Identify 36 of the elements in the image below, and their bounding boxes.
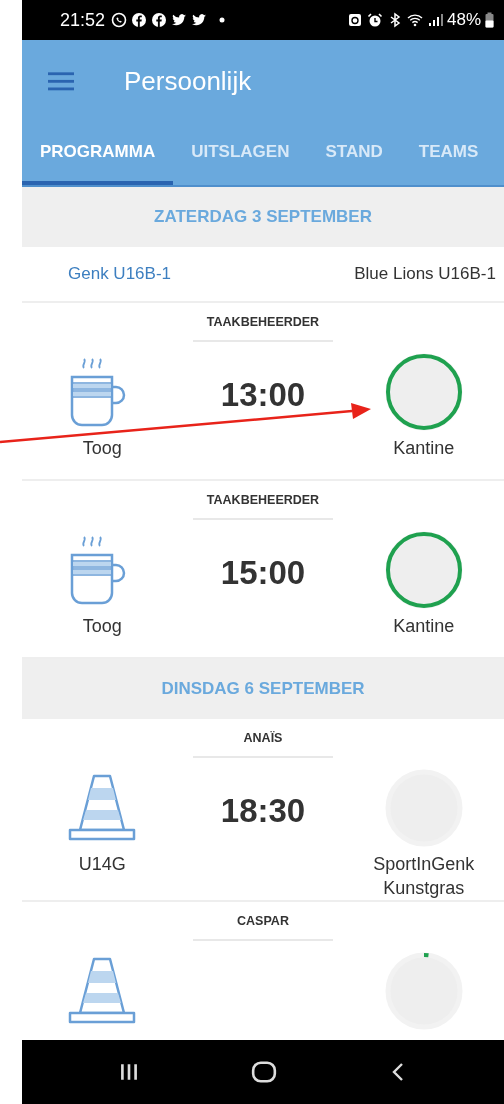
task-time: 18:30 bbox=[220, 792, 306, 830]
signal-icon bbox=[426, 12, 443, 28]
task-time: 15:00 bbox=[220, 554, 306, 592]
tab[interactable]: STAND bbox=[307, 122, 401, 185]
tab[interactable]: UITSLAGEN bbox=[173, 122, 308, 185]
task-place: U14G bbox=[78, 853, 126, 876]
social-app-icon bbox=[131, 12, 148, 28]
home-icon[interactable] bbox=[251, 1061, 277, 1083]
alarm-icon bbox=[366, 12, 383, 28]
task-role: TAAKBEHEERDER bbox=[193, 315, 333, 342]
status-time: 21:52 bbox=[60, 9, 106, 31]
task-role: CASPAR bbox=[193, 914, 333, 941]
tab[interactable]: TEAMS bbox=[400, 122, 497, 185]
task-role: ANAÏS bbox=[193, 731, 333, 758]
dot-icon bbox=[219, 17, 226, 23]
task-role: TAAKBEHEERDER bbox=[193, 493, 333, 520]
date-label: ZATERDAG 3 SEPTEMBER bbox=[154, 207, 372, 227]
away-team: Blue Lions U16B-1 bbox=[354, 264, 496, 284]
home-team[interactable]: Genk U16B-1 bbox=[68, 264, 171, 284]
social-app-icon bbox=[151, 12, 168, 28]
battery-icon bbox=[485, 12, 494, 28]
battery-percent: 48% bbox=[446, 10, 481, 30]
task-place: Toog bbox=[82, 437, 122, 460]
task-location: Kantine bbox=[392, 437, 456, 460]
wifi-icon bbox=[406, 12, 423, 28]
task-place: Toog bbox=[82, 615, 122, 638]
page-title: Persoonlijk bbox=[124, 65, 252, 97]
task-time: 13:00 bbox=[220, 376, 306, 414]
battery-saver-icon bbox=[346, 12, 363, 28]
bird-icon bbox=[171, 12, 188, 28]
date-label: DINSDAG 6 SEPTEMBER bbox=[161, 679, 365, 699]
chat-app-icon bbox=[111, 12, 128, 28]
menu-icon bbox=[48, 71, 74, 91]
task-location: SportInGenk Kunstgras bbox=[372, 853, 476, 900]
bird-icon bbox=[191, 12, 208, 28]
task-location: Kantine bbox=[392, 615, 456, 638]
